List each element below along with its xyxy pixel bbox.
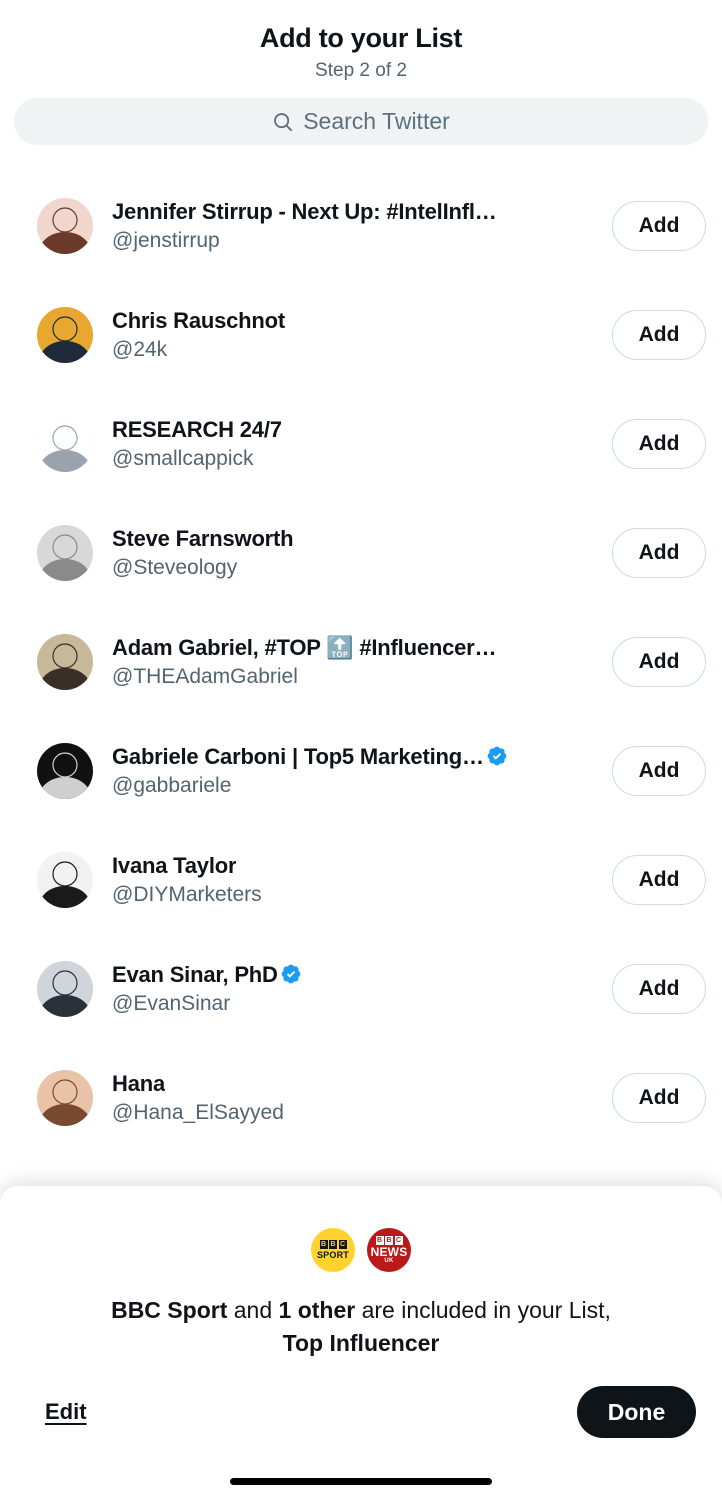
sheet-avatar-word: NEWS bbox=[370, 1245, 408, 1259]
user-display-name: Evan Sinar, PhD bbox=[112, 961, 278, 987]
avatar[interactable] bbox=[37, 524, 93, 581]
sheet-message: BBC Sport and 1 other are included in yo… bbox=[0, 1294, 722, 1359]
user-handle: @THEAdamGabriel bbox=[112, 665, 298, 689]
user-info: Steve Farnsworth @Steveology bbox=[112, 525, 612, 582]
user-handle: @Hana_ElSayyed bbox=[112, 1101, 284, 1125]
avatar[interactable] bbox=[37, 742, 93, 799]
user-handle: @jenstirrup bbox=[112, 229, 220, 253]
user-display-name: RESEARCH 24/7 bbox=[112, 416, 282, 442]
avatar[interactable] bbox=[37, 633, 93, 690]
add-user-button[interactable]: Add bbox=[612, 1072, 706, 1123]
user-handle: @24k bbox=[112, 338, 168, 362]
user-display-name: Jennifer Stirrup - Next Up: #IntelInfl… bbox=[112, 198, 497, 224]
user-handle: @smallcappick bbox=[112, 447, 254, 471]
sheet-avatar: B B C NEWS UK bbox=[367, 1228, 411, 1272]
user-handle: @DIYMarketers bbox=[112, 883, 262, 907]
user-display-name: Chris Rauschnot bbox=[112, 307, 286, 333]
avatar[interactable] bbox=[37, 851, 93, 908]
add-user-button[interactable]: Add bbox=[612, 527, 706, 578]
home-indicator bbox=[230, 1478, 492, 1485]
bottom-sheet: B B C SPORT B B C NEWS UK BBC Sport and 1 other … bbox=[0, 1186, 722, 1500]
search-input[interactable]: Search Twitter bbox=[14, 98, 708, 146]
bbc-logo-icon: BBC bbox=[375, 1236, 403, 1245]
user-name-line: Evan Sinar, PhD bbox=[112, 961, 598, 989]
search-placeholder-text: Search Twitter bbox=[303, 108, 450, 135]
user-row[interactable]: Chris Rauschnot @24k Add bbox=[0, 280, 722, 389]
step-indicator: Step 2 of 2 bbox=[315, 60, 407, 82]
sheet-message-primary: BBC Sport bbox=[111, 1297, 228, 1323]
user-name-line: Hana bbox=[112, 1070, 598, 1098]
user-handle: @EvanSinar bbox=[112, 992, 231, 1016]
user-info: RESEARCH 24/7 @smallcappick bbox=[112, 416, 612, 473]
user-name-line: RESEARCH 24/7 bbox=[112, 416, 598, 444]
user-row[interactable]: Evan Sinar, PhD @EvanSinar Add bbox=[0, 934, 722, 1043]
verified-badge-icon bbox=[280, 963, 302, 985]
sheet-avatar: B B C SPORT bbox=[311, 1228, 355, 1272]
user-info: Adam Gabriel, #TOP 🔝 #Influencer… @THEAda… bbox=[112, 634, 612, 691]
avatar[interactable] bbox=[37, 306, 93, 363]
user-row[interactable]: Steve Farnsworth @Steveology Add bbox=[0, 498, 722, 607]
add-user-button[interactable]: Add bbox=[612, 200, 706, 251]
sheet-message-mid2: are included in your List, bbox=[355, 1297, 611, 1323]
user-handle: @gabbariele bbox=[112, 774, 232, 798]
user-info: Chris Rauschnot @24k bbox=[112, 307, 612, 364]
sheet-actions: Edit Done bbox=[0, 1386, 722, 1438]
add-user-button[interactable]: Add bbox=[612, 745, 706, 796]
sheet-message-mid1: and bbox=[227, 1297, 279, 1323]
page-title: Add to your List bbox=[259, 23, 463, 53]
user-name-line: Gabriele Carboni | Top5 Marketing… bbox=[112, 743, 598, 771]
user-name-line: Chris Rauschnot bbox=[112, 307, 598, 335]
user-name-line: Ivana Taylor bbox=[112, 852, 598, 880]
user-info: Evan Sinar, PhD @EvanSinar bbox=[112, 961, 612, 1018]
user-display-name: Ivana Taylor bbox=[112, 852, 237, 878]
edit-button[interactable]: Edit bbox=[45, 1399, 87, 1425]
user-display-name: Hana bbox=[112, 1070, 165, 1096]
sheet-list-name: Top Influencer bbox=[282, 1329, 440, 1356]
search-icon bbox=[272, 111, 294, 133]
user-display-name: Gabriele Carboni | Top5 Marketing… bbox=[112, 743, 484, 769]
user-display-name: Adam Gabriel, #TOP 🔝 #Influencer… bbox=[112, 634, 497, 660]
add-user-button[interactable]: Add bbox=[612, 854, 706, 905]
user-row[interactable]: RESEARCH 24/7 @smallcappick Add bbox=[0, 389, 722, 498]
user-name-line: Jennifer Stirrup - Next Up: #IntelInfl… bbox=[112, 198, 598, 226]
sheet-avatar-word: SPORT bbox=[316, 1249, 349, 1260]
bbc-logo-icon: BBC bbox=[319, 1240, 347, 1250]
user-handle: @Steveology bbox=[112, 556, 238, 580]
add-user-button[interactable]: Add bbox=[612, 963, 706, 1014]
sheet-message-count: 1 other bbox=[278, 1297, 356, 1323]
user-row[interactable]: Hana @Hana_ElSayyed Add bbox=[0, 1043, 722, 1152]
verified-badge-icon bbox=[486, 745, 508, 767]
user-name-line: Adam Gabriel, #TOP 🔝 #Influencer… bbox=[112, 634, 598, 662]
add-user-button[interactable]: Add bbox=[612, 309, 706, 360]
add-user-button[interactable]: Add bbox=[612, 636, 706, 687]
avatar[interactable] bbox=[37, 415, 93, 472]
user-info: Hana @Hana_ElSayyed bbox=[112, 1070, 612, 1127]
user-info: Ivana Taylor @DIYMarketers bbox=[112, 852, 612, 909]
user-name-line: Steve Farnsworth bbox=[112, 525, 598, 553]
user-info: Jennifer Stirrup - Next Up: #IntelInfl… @… bbox=[112, 198, 612, 255]
user-display-name: Steve Farnsworth bbox=[112, 525, 294, 551]
avatar[interactable] bbox=[37, 960, 93, 1017]
avatar[interactable] bbox=[37, 1069, 93, 1126]
sheet-avatar-sub: UK bbox=[384, 1258, 394, 1264]
sheet-avatar-group: B B C SPORT B B C NEWS UK bbox=[0, 1186, 722, 1272]
avatar[interactable] bbox=[37, 197, 93, 254]
add-user-button[interactable]: Add bbox=[612, 418, 706, 469]
user-row[interactable]: Jennifer Stirrup - Next Up: #IntelInfl… @… bbox=[0, 171, 722, 280]
done-button[interactable]: Done bbox=[577, 1386, 696, 1438]
user-row[interactable]: Ivana Taylor @DIYMarketers Add bbox=[0, 825, 722, 934]
screen: Add to your List Step 2 of 2 Search Twit… bbox=[0, 0, 722, 1500]
user-row[interactable]: Gabriele Carboni | Top5 Marketing… @gabba… bbox=[0, 716, 722, 825]
header: Add to your List Step 2 of 2 bbox=[0, 0, 722, 82]
user-row[interactable]: Adam Gabriel, #TOP 🔝 #Influencer… @THEAda… bbox=[0, 607, 722, 716]
user-info: Gabriele Carboni | Top5 Marketing… @gabba… bbox=[112, 743, 612, 800]
user-list: Jennifer Stirrup - Next Up: #IntelInfl… @… bbox=[0, 171, 722, 1152]
search-section: Search Twitter bbox=[0, 82, 722, 146]
